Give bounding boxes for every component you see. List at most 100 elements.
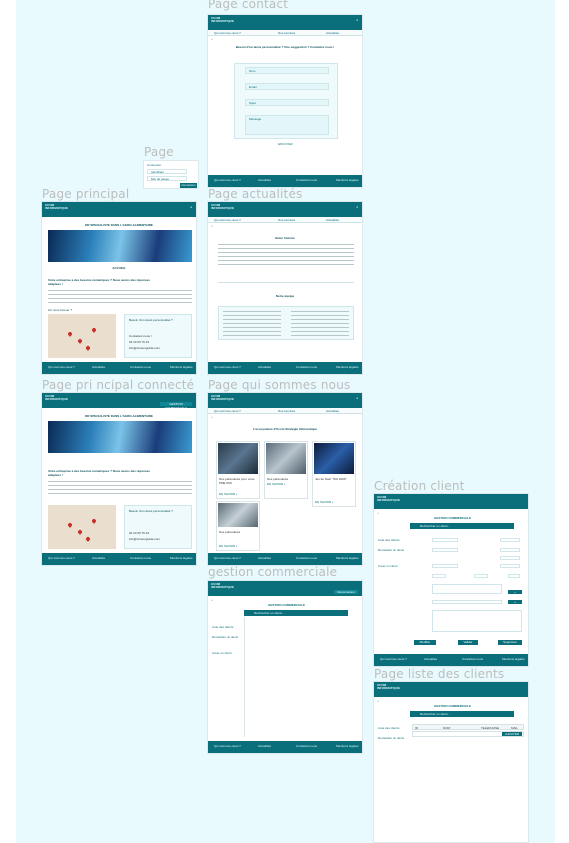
form-field[interactable] (500, 538, 520, 542)
footer-mentions[interactable]: Mentions légales (170, 365, 193, 369)
nav-qui[interactable]: Qui sommes-nous ? (214, 218, 241, 222)
home-icon[interactable]: ⌂ (211, 37, 213, 41)
footer-qui[interactable]: Qui sommes-nous ? (48, 556, 75, 560)
footer-contact[interactable]: Contactez-nous (130, 365, 151, 369)
side-creer-client[interactable]: Créer un client (212, 651, 232, 655)
footer-mentions[interactable]: Mentions légales (336, 365, 359, 369)
card-link[interactable]: EN SAVOIR + (315, 500, 334, 504)
footer-contact[interactable]: Contactez-nous (462, 657, 483, 661)
form-field[interactable] (432, 548, 458, 552)
card-link[interactable]: EN SAVOIR + (219, 492, 238, 496)
client-search[interactable]: Rechercher un client... (244, 610, 348, 616)
nav-qui-sommes-nous[interactable]: Qui sommes-nous ? (214, 31, 241, 35)
footer-actu[interactable]: Actualités (424, 657, 437, 661)
footer-services[interactable]: Actualités (258, 178, 271, 182)
form-field[interactable] (432, 538, 458, 542)
nav-nos-services[interactable]: Nos services (278, 31, 295, 35)
footer-actu[interactable]: Actualités (92, 556, 105, 560)
form-field[interactable] (432, 564, 458, 568)
side-liste-clients[interactable]: Liste des clients (378, 538, 399, 542)
location-map[interactable] (48, 505, 116, 549)
footer-mentions[interactable]: Mentions légales (502, 657, 525, 661)
footer-mentions[interactable]: Mentions légales (336, 556, 359, 560)
nav-actu[interactable]: Actualités (326, 218, 339, 222)
side-creer-client[interactable]: Créer un client (378, 564, 398, 568)
form-field[interactable] (500, 556, 520, 560)
gestion-button[interactable]: GESTION COMMERCIALE (160, 402, 192, 410)
footer-contact[interactable]: Contactez-nous (296, 365, 317, 369)
client-search[interactable]: Rechercher un client... (410, 711, 514, 717)
nav-actualites[interactable]: Actualités (326, 31, 339, 35)
side-demander-devis[interactable]: Demander un devis (378, 736, 406, 740)
user-icon[interactable]: ● (356, 396, 358, 400)
form-textarea[interactable] (432, 584, 502, 594)
form-side-button[interactable]: + (508, 600, 522, 604)
user-icon[interactable]: ● (190, 205, 192, 209)
form-notes[interactable] (432, 610, 522, 632)
submit-button[interactable]: ENVOYER (278, 142, 293, 146)
username-input[interactable]: Identifiant (147, 169, 187, 174)
footer-qui[interactable]: Qui sommes-nous ? (48, 365, 75, 369)
footer-qui[interactable]: Qui sommes-nous ? (380, 657, 407, 661)
footer-qui[interactable]: Qui sommes-nous ? (214, 178, 241, 182)
valider-button[interactable]: Valider (458, 640, 478, 645)
footer-qui[interactable]: Qui sommes-nous ? (214, 556, 241, 560)
home-icon[interactable]: ⌂ (211, 415, 213, 419)
footer: Qui sommes-nous ? Actualités Contactez-n… (208, 362, 362, 374)
password-input[interactable]: Mot de passe (147, 176, 187, 181)
footer-actu[interactable]: Actualités (258, 365, 271, 369)
name-field[interactable]: Nom (245, 67, 329, 74)
footer-actu[interactable]: Actualités (258, 744, 271, 748)
message-field[interactable]: Message (245, 115, 329, 135)
card-3[interactable]: Jeu de Noël "ISO 2020" EN SAVOIR + (312, 441, 356, 507)
card-1[interactable]: Nos partenaires pour votre PME PMI EN SA… (216, 441, 260, 499)
footer-qui[interactable]: Qui sommes-nous ? (214, 744, 241, 748)
card-link[interactable]: EN SAVOIR + (219, 544, 238, 548)
home-icon[interactable]: ⌂ (377, 511, 379, 515)
client-search[interactable]: Rechercher un client... (410, 523, 514, 529)
login-button[interactable]: Connexion (180, 183, 197, 188)
footer-qui[interactable]: Qui sommes-nous ? (214, 365, 241, 369)
email-field[interactable]: Email (245, 83, 329, 90)
footer-mentions[interactable]: Mentions légales (170, 556, 193, 560)
side-liste-clients[interactable]: Liste des clients (378, 726, 399, 730)
home-icon[interactable]: ⌂ (211, 598, 213, 602)
footer-actu[interactable]: Actualités (92, 365, 105, 369)
form-side-button[interactable]: + (508, 590, 522, 594)
home-icon[interactable]: ⌂ (377, 699, 379, 703)
card-2[interactable]: Nos partenaires EN SAVOIR + (264, 441, 308, 499)
nav-services[interactable]: Nos services (278, 409, 295, 413)
side-demander-devis[interactable]: Demander un devis (212, 635, 240, 639)
nav-services[interactable]: Nos services (278, 218, 295, 222)
side-demander-devis[interactable]: Demander un devis (378, 548, 406, 552)
subject-field[interactable]: Sujet (245, 99, 329, 106)
footer-mentions[interactable]: Mentions légales (336, 744, 359, 748)
modifier-button[interactable]: Modifier (414, 640, 436, 645)
form-field[interactable] (432, 600, 502, 604)
form-field[interactable] (508, 574, 520, 578)
logout-button[interactable]: Déconnexion (334, 590, 358, 594)
user-icon[interactable]: ● (356, 18, 358, 22)
footer-actu[interactable]: Actualités (258, 556, 271, 560)
form-field[interactable] (500, 548, 520, 552)
footer-contact[interactable]: Contactez-nous (296, 178, 317, 182)
nav-actu[interactable]: Actualités (326, 409, 339, 413)
contact-link[interactable]: Contactez-nous ! (129, 334, 152, 338)
form-field[interactable] (432, 574, 446, 578)
user-icon[interactable]: ● (356, 205, 358, 209)
add-client-button[interactable]: AJOUTER (502, 732, 522, 736)
card-4[interactable]: Nos partenaires EN SAVOIR + (216, 501, 260, 551)
side-liste-clients[interactable]: Liste des clients (212, 625, 233, 629)
footer-contact[interactable]: Contactez-nous (296, 744, 317, 748)
location-map[interactable] (48, 314, 116, 358)
nav-qui[interactable]: Qui sommes-nous ? (214, 409, 241, 413)
card-link[interactable]: EN SAVOIR + (267, 482, 286, 486)
footer-contact[interactable]: Contactez-nous (296, 556, 317, 560)
home-icon[interactable]: ⌂ (211, 224, 213, 228)
form-field[interactable] (474, 574, 488, 578)
form-field[interactable] (500, 564, 520, 568)
footer-mentions[interactable]: Mentions légales (336, 178, 359, 182)
supprimer-button[interactable]: Supprimer (498, 640, 522, 645)
histoire-title: Notre histoire (275, 236, 295, 240)
footer-contact[interactable]: Contactez-nous (130, 556, 151, 560)
